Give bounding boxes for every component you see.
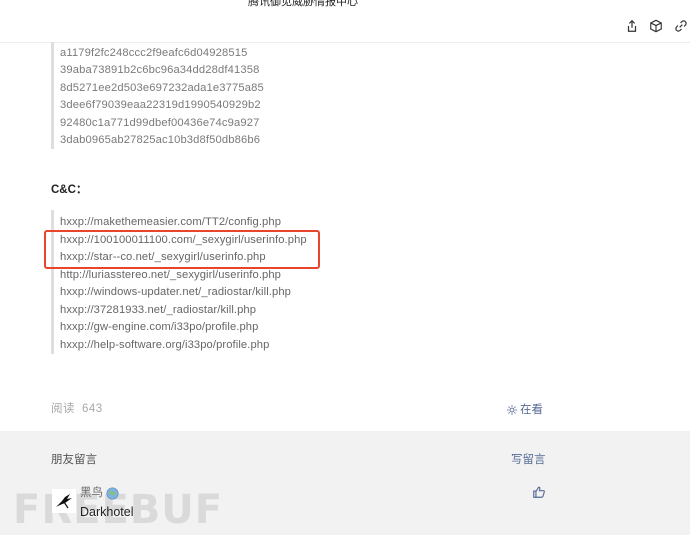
- link-icon[interactable]: [673, 18, 689, 34]
- page-title: 腾讯御见威胁情报中心: [248, 0, 358, 8]
- cube-icon[interactable]: [648, 18, 664, 34]
- hash-list: a1179f2fc248ccc2f9eafc6d04928515 39aba73…: [51, 42, 264, 149]
- read-count: 阅读 643: [51, 402, 110, 416]
- comment-text: Darkhotel: [80, 505, 134, 519]
- hash-item: 3dab0965ab27825ac10b3d8f50db86b6: [60, 133, 261, 146]
- comment-author-name: 黑鸟: [80, 487, 103, 499]
- cc-heading: C&C：: [51, 184, 88, 196]
- globe-emoji-icon: [106, 486, 119, 500]
- cc-url: hxxp://help-software.org/i33po/profile.p…: [60, 338, 270, 351]
- looking-label: 在看: [520, 404, 543, 416]
- top-bar: 腾讯御见威胁情报中心: [0, 0, 690, 43]
- looking-icon: [507, 405, 517, 415]
- avatar[interactable]: [52, 489, 76, 513]
- looking-button[interactable]: 在看: [506, 403, 543, 417]
- like-icon[interactable]: [532, 485, 546, 499]
- hash-item: 39aba73891b2c6bc96a34dd28df41358: [60, 64, 260, 77]
- read-number: 643: [82, 403, 103, 415]
- cc-url-list: hxxp://makethemeasier.com/TT2/config.php…: [51, 210, 307, 354]
- comments-label: 朋友留言: [51, 454, 97, 466]
- hash-item: 3dee6f79039eaa22319d1990540929b2: [60, 99, 261, 112]
- comment-author: 黑鸟: [80, 486, 119, 500]
- cc-url: hxxp://windows-updater.net/_radiostar/ki…: [60, 286, 291, 298]
- hash-item: 92480c1a771d99dbef00436e74c9a927: [60, 116, 260, 129]
- cc-url: hxxp://star--co.net/_sexygirl/userinfo.p…: [60, 251, 266, 263]
- read-label: 阅读: [51, 403, 75, 415]
- hash-item: 8d5271ee2d503e697232ada1e3775a85: [60, 81, 264, 94]
- hash-item: a1179f2fc248ccc2f9eafc6d04928515: [60, 47, 248, 59]
- cc-url: hxxp://makethemeasier.com/TT2/config.php: [60, 216, 282, 228]
- cc-url: hxxp://gw-engine.com/i33po/profile.php: [60, 321, 259, 333]
- cc-url: http://luriasstereo.net/_sexygirl/userin…: [60, 268, 282, 281]
- cc-url: hxxp://37281933.net/_radiostar/kill.php: [60, 303, 257, 316]
- write-comment-button[interactable]: 写留言: [511, 453, 546, 467]
- comments-section: FREEBUF 朋友留言 写留言 黑鸟 Darkhotel: [0, 431, 690, 535]
- share-icon[interactable]: [624, 18, 640, 34]
- cc-url: hxxp://100100011100.com/_sexygirl/userin…: [60, 233, 307, 246]
